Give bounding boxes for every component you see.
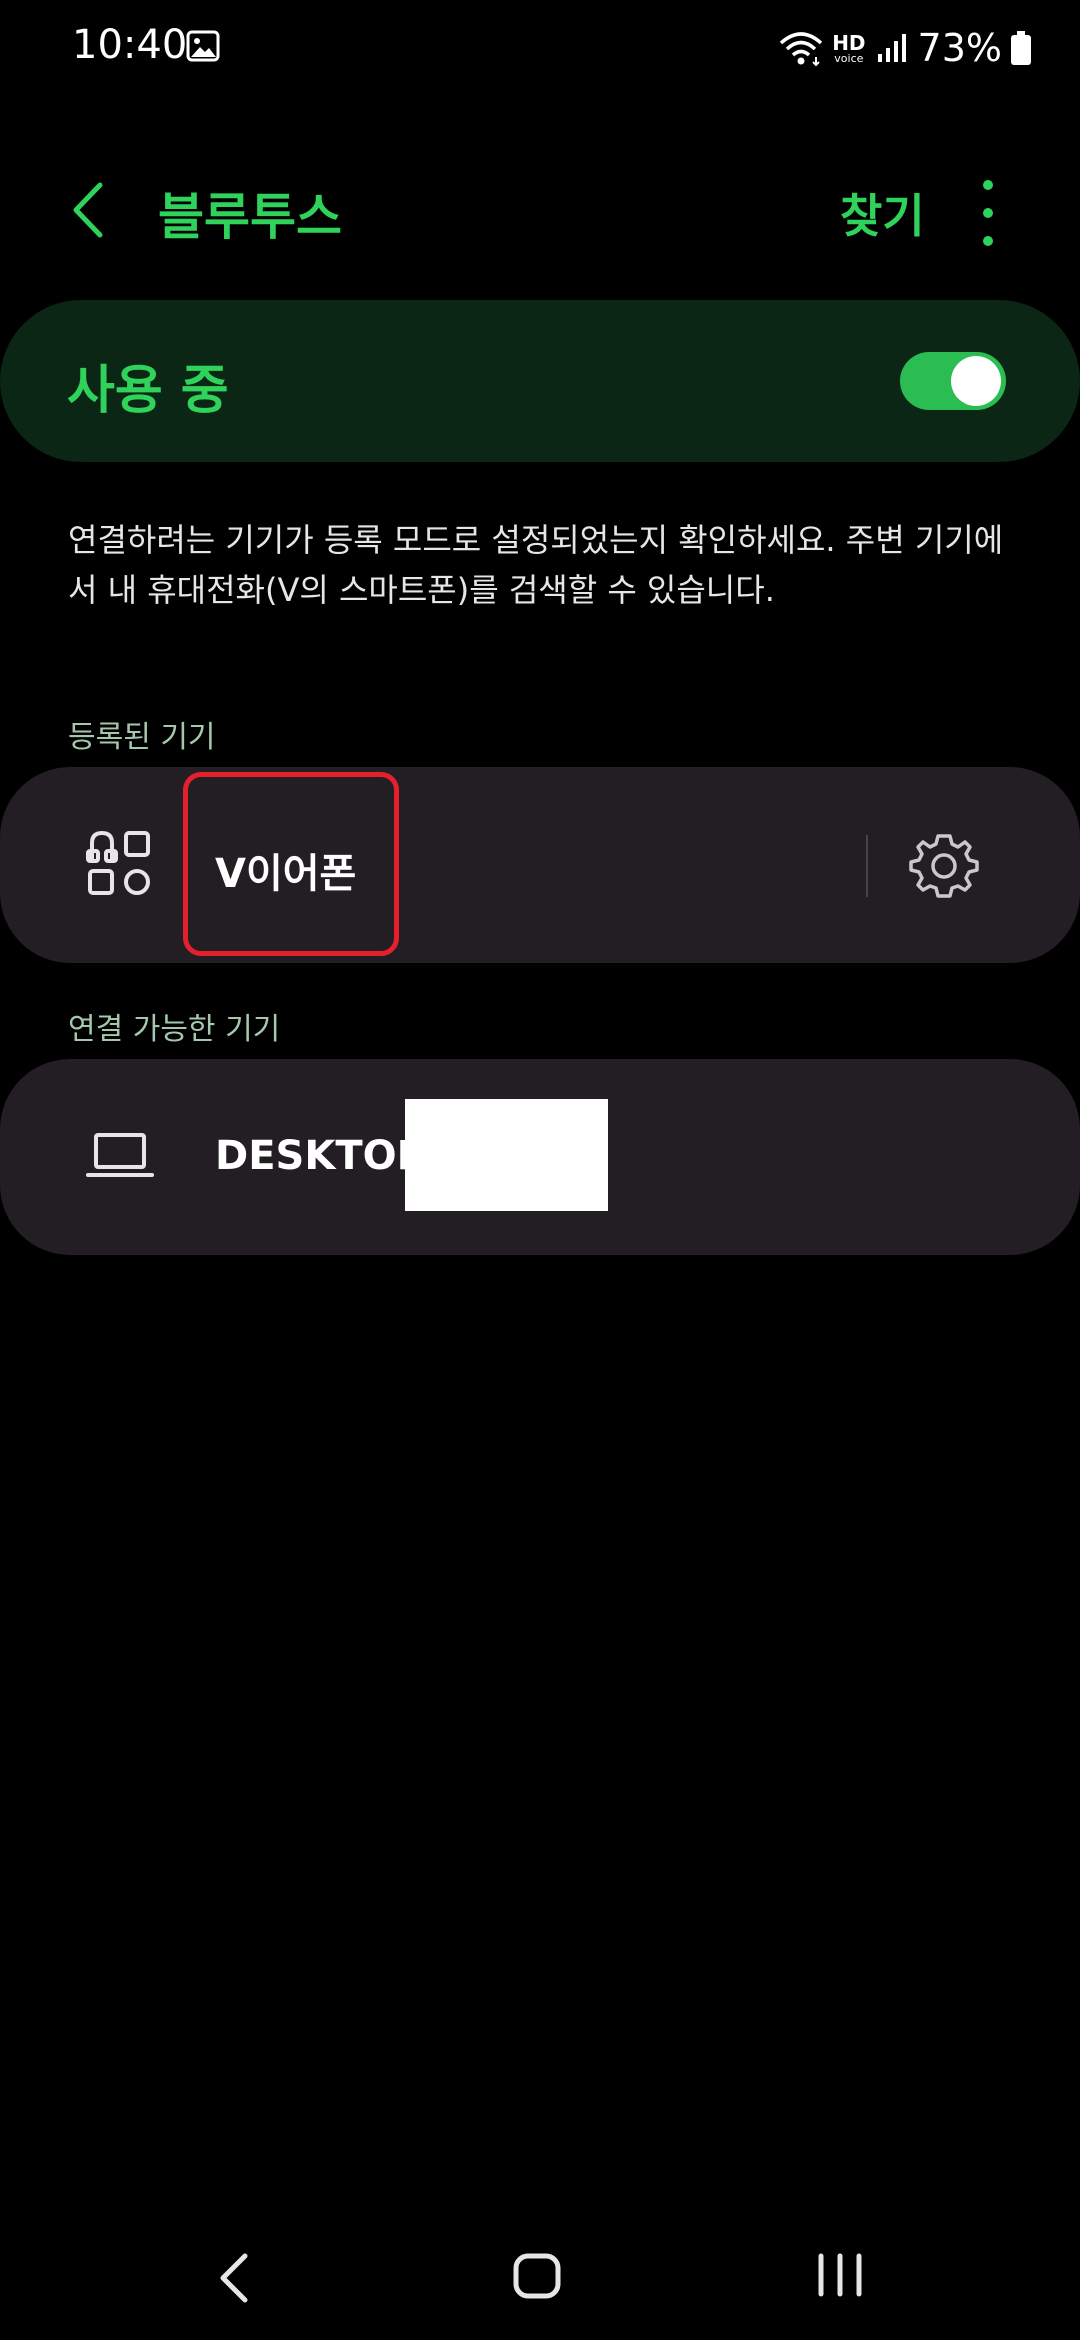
navigation-bar — [0, 2220, 1080, 2330]
more-vert-icon — [983, 180, 993, 190]
voice-label: voice — [834, 51, 864, 65]
status-icons: HD voice 73% — [778, 20, 1032, 76]
battery-percent: 73% — [917, 26, 1002, 70]
signal-icon — [877, 34, 906, 62]
paired-device-item[interactable]: V이어폰 — [0, 767, 1080, 963]
earbuds-icon — [86, 830, 150, 895]
nav-home-icon[interactable] — [512, 2252, 562, 2300]
gear-icon[interactable] — [908, 830, 980, 902]
bluetooth-toggle[interactable] — [900, 352, 1006, 410]
gallery-icon — [186, 30, 220, 62]
paired-devices-header: 등록된 기기 — [68, 720, 216, 755]
status-time: 10:40 — [72, 22, 188, 68]
available-devices-header: 연결 가능한 기기 — [68, 1012, 281, 1047]
visibility-description: 연결하려는 기기가 등록 모드로 설정되었는지 확인하세요. 주변 기기에서 내… — [68, 521, 1004, 609]
wifi-icon — [780, 32, 823, 67]
laptop-icon — [86, 1133, 154, 1177]
toggle-knob — [951, 356, 1001, 406]
divider — [866, 835, 868, 897]
available-device-item[interactable]: DESKTOP- — [0, 1059, 1080, 1255]
nav-back-icon[interactable] — [215, 2250, 255, 2306]
hd-label: HD — [832, 30, 866, 55]
redacted-area — [405, 1099, 608, 1211]
switch-label: 사용 중 — [67, 361, 229, 421]
nav-recents-icon[interactable] — [815, 2250, 865, 2300]
hd-voice-indicator: HD voice — [832, 33, 865, 64]
chevron-left-icon — [73, 182, 103, 238]
back-button[interactable] — [58, 175, 118, 245]
app-bar: 블루투스 찾기 — [0, 150, 1080, 270]
battery-icon — [1011, 31, 1031, 65]
status-bar: 10:40 HD voice 73% — [0, 0, 1080, 95]
search-button[interactable]: 찾기 — [840, 180, 925, 246]
page-title: 블루투스 — [158, 188, 342, 246]
bluetooth-master-switch[interactable]: 사용 중 — [0, 300, 1080, 462]
highlight-box — [183, 772, 399, 956]
more-options-button[interactable] — [968, 180, 1008, 246]
